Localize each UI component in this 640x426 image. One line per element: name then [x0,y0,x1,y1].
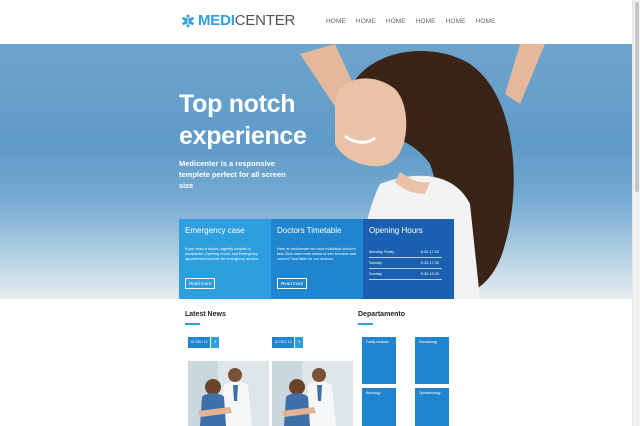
main-nav: HOME HOME HOME HOME HOME HOME [326,18,505,25]
timetable-box-title: Doctors Timetable [277,226,342,235]
department-tile[interactable]: Ophthalmology [415,388,449,426]
news-comment-count[interactable]: 3 [211,337,219,348]
hours-time: 9.30-15.00 [420,272,439,276]
department-tile[interactable]: Dermatology [415,337,449,384]
news-date-badge: 10 DEC 12 [272,337,294,348]
departments-title: Departamento [358,311,406,318]
hero-title-line-2: experience [179,122,307,150]
nav-item-home-4[interactable]: HOME [416,18,436,25]
hours-day: Monday-Friday [369,250,395,254]
hours-row: Monday-Friday 8.00-17.00 [369,247,442,258]
news-image-doctor-child[interactable] [188,361,269,426]
latest-news-underline [185,323,200,325]
news-date-badge: 10 DEC 12 [188,337,210,348]
nav-item-home-3[interactable]: HOME [386,18,406,25]
nav-item-home-6[interactable]: HOME [476,18,496,25]
department-tile[interactable]: Neurology [362,388,396,426]
page-scrollbar[interactable] [632,0,640,426]
hero-subtitle-line-1: Medicenter is a responsive [179,159,275,168]
nav-item-home-5[interactable]: HOME [446,18,466,25]
medical-star-icon [182,14,194,27]
nav-item-home-1[interactable]: HOME [326,18,346,25]
emergency-box-text: If you need a doctor urgently outside of… [185,247,260,261]
news-comment-count[interactable]: 3 [295,337,303,348]
page: MEDICENTER HOME HOME HOME HOME HOME HOME [0,0,640,426]
hours-row: Sunday 9.30-15.00 [369,269,442,280]
hours-day: Sunday [369,272,382,276]
hero-banner: Top notch experience Medicenter is a res… [0,44,632,299]
hours-day: Saturdy [369,261,383,265]
emergency-box-title: Emergency case [185,226,245,235]
hero-subtitle: Medicenter is a responsive templete perf… [179,158,289,191]
opening-hours-box: Opening Hours Monday-Friday 8.00-17.00 S… [363,219,454,299]
latest-news-title: Latest News [185,311,226,318]
opening-hours-title: Opening Hours [369,226,423,235]
hero-subtitle-line-2: templete perfect for all screen size [179,170,286,190]
nav-item-home-2[interactable]: HOME [356,18,376,25]
hero-title: Top notch experience [179,88,307,152]
logo[interactable]: MEDICENTER [181,12,295,29]
doctor-child-photo-icon [272,361,353,426]
logo-text: MEDICENTER [198,12,295,29]
hours-row: Saturdy 9.30-17.30 [369,258,442,269]
department-tile[interactable]: Family medicine [362,337,396,384]
hero-title-line-1: Top notch [179,90,296,118]
departments-underline [358,323,373,325]
hours-time: 8.00-17.00 [420,250,439,254]
emergency-box: Emergency case If you need a doctor urge… [179,219,271,299]
timetable-box: Doctors Timetable Here at medicenter we … [271,219,363,299]
hours-time: 9.30-17.30 [420,261,439,265]
timetable-read-more-button[interactable]: Read more [277,278,308,289]
news-image-doctor-child[interactable] [272,361,353,426]
emergency-read-more-button[interactable]: Read more [185,278,216,289]
scrollbar-thumb[interactable] [635,2,639,192]
logo-text-medi: MEDI [198,12,235,29]
timetable-box-text: Here at medicenter we have individual do… [277,247,356,261]
site-header: MEDICENTER HOME HOME HOME HOME HOME HOME [0,0,632,44]
doctor-child-photo-icon [188,361,269,426]
logo-text-center: CENTER [234,12,296,29]
